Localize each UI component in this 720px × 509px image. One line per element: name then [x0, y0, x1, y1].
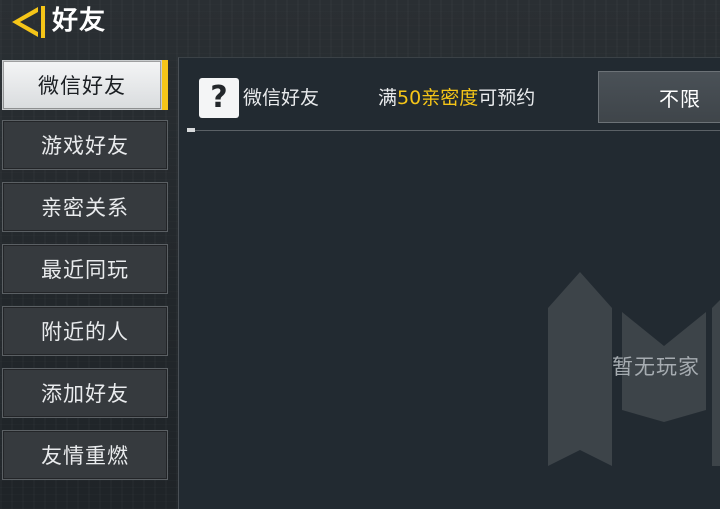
tab-game-friends[interactable]: 游戏好友: [2, 120, 168, 170]
tab-close-relations[interactable]: 亲密关系: [2, 182, 168, 232]
category-label: 微信好友: [243, 87, 320, 109]
tab-nearby-people[interactable]: 附近的人: [2, 306, 168, 356]
requirement-suffix: 可预约: [478, 87, 536, 109]
requirement-highlight: 50亲密度: [397, 87, 479, 109]
tab-wechat-friends[interactable]: 微信好友: [2, 60, 162, 110]
filter-button[interactable]: 不限: [598, 71, 720, 123]
back-button[interactable]: [8, 4, 48, 40]
tab-add-friend[interactable]: 添加好友: [2, 368, 168, 418]
page-title: 好友: [52, 6, 107, 36]
question-mark-icon[interactable]: ?: [199, 78, 239, 118]
active-tab-indicator: [162, 60, 168, 110]
tab-rekindle-friendship[interactable]: 友情重燃: [2, 430, 168, 480]
empty-state-text: 暂无玩家: [612, 355, 700, 379]
header-divider: [187, 130, 720, 131]
reservation-requirement: 满50亲密度可预约: [378, 84, 535, 112]
back-arrow-icon: [12, 6, 45, 38]
requirement-prefix: 满: [378, 87, 398, 109]
tab-recent-players[interactable]: 最近同玩: [2, 244, 168, 294]
divider-tick: [187, 128, 195, 132]
